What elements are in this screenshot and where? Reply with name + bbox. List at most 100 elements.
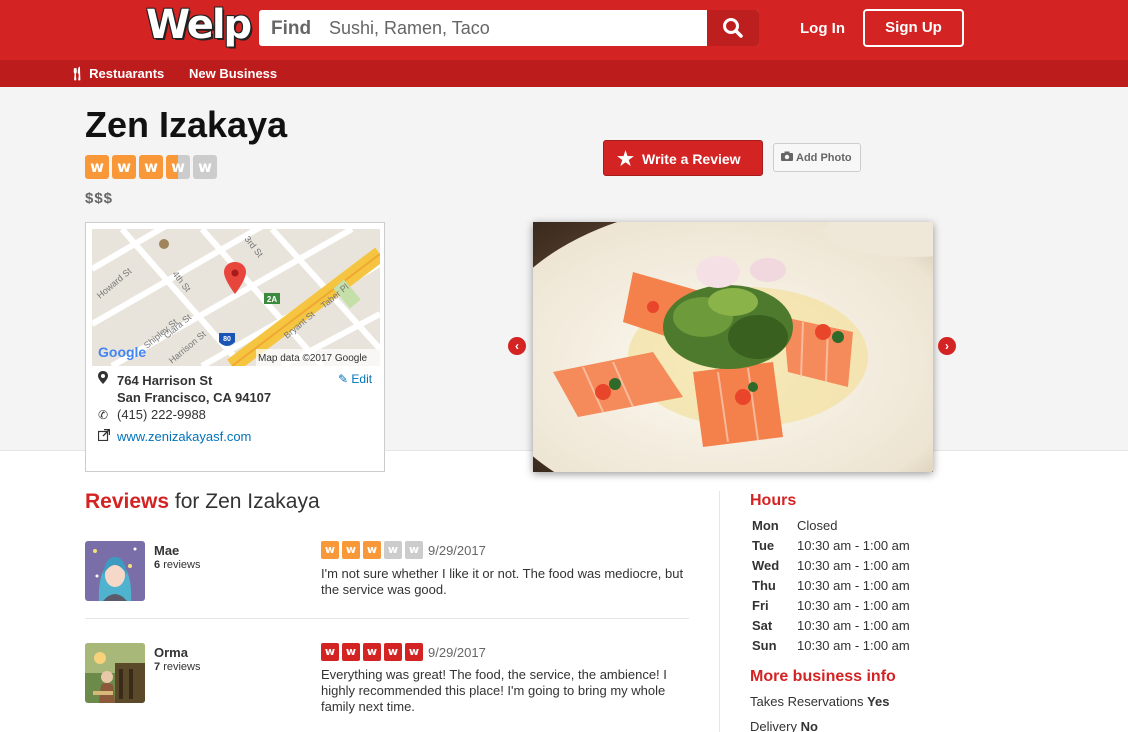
- hours-time: 10:30 am - 1:00 am: [797, 618, 910, 633]
- hours-time: 10:30 am - 1:00 am: [797, 638, 910, 653]
- review-rating: wwwww: [321, 541, 423, 559]
- search-icon: [723, 18, 743, 38]
- hours-time: 10:30 am - 1:00 am: [797, 578, 910, 593]
- top-bar: Welp Find Log In Sign Up: [0, 0, 1128, 60]
- map-pin-icon: [98, 371, 108, 387]
- map[interactable]: Howard St 4th St 3rd St Shipley St Clara…: [92, 229, 380, 366]
- phone-icon: ✆: [98, 408, 109, 422]
- star-icon: w: [363, 643, 381, 661]
- hours-heading: Hours: [750, 492, 797, 509]
- hours-time: 10:30 am - 1:00 am: [797, 558, 910, 573]
- business-photo[interactable]: [533, 222, 933, 472]
- info-delivery-label: Delivery: [750, 719, 797, 732]
- review-rating: wwwww: [321, 643, 423, 661]
- write-review-button[interactable]: ★ Write a Review: [603, 140, 763, 176]
- nav-new-business[interactable]: New Business: [189, 66, 277, 81]
- info-delivery: Delivery No: [750, 719, 818, 732]
- google-logo: Google: [98, 344, 146, 360]
- more-info-heading: More business info: [750, 668, 896, 685]
- review-text: I'm not sure whether I like it or not. T…: [321, 566, 684, 597]
- phone-number[interactable]: (415) 222-9988: [117, 407, 206, 422]
- reviewer-review-count-label: reviews: [163, 559, 201, 571]
- map-card: Howard St 4th St 3rd St Shipley St Clara…: [85, 222, 385, 472]
- reviewer-review-count-value: 7: [154, 661, 161, 673]
- star-icon: w: [384, 541, 402, 559]
- star-icon: w: [85, 155, 109, 179]
- edit-label: Edit: [351, 372, 373, 386]
- search-bar: Find: [259, 10, 759, 46]
- star-icon: w: [405, 643, 423, 661]
- website-link[interactable]: www.zenizakayasf.com: [117, 429, 251, 444]
- price-range: $$$: [85, 190, 114, 207]
- signup-button[interactable]: Sign Up: [863, 9, 964, 47]
- add-photo-button[interactable]: Add Photo: [773, 143, 861, 172]
- star-icon: w: [166, 155, 190, 179]
- reviewer-review-count: 6 reviews: [154, 559, 200, 571]
- info-reservations: Takes Reservations Yes: [750, 694, 890, 709]
- map-credit: Map data ©2017 Google: [258, 353, 368, 364]
- external-link-icon: [97, 428, 111, 444]
- business-name: Zen Izakaya: [85, 104, 288, 145]
- avatar-image: [85, 541, 145, 601]
- avatar[interactable]: [85, 541, 145, 601]
- hours-time: Closed: [797, 518, 838, 533]
- write-review-label: Write a Review: [642, 151, 741, 167]
- map-graphic: Howard St 4th St 3rd St Shipley St Clara…: [92, 229, 380, 366]
- search-button[interactable]: [707, 10, 759, 46]
- search-input[interactable]: [329, 14, 699, 42]
- star-icon: w: [342, 541, 360, 559]
- highway-80-shield: 80: [223, 336, 231, 343]
- star-icon: w: [342, 643, 360, 661]
- star-icon: ★: [617, 149, 635, 170]
- highway-2a-shield: 2A: [267, 295, 277, 304]
- star-icon: w: [139, 155, 163, 179]
- edit-link[interactable]: ✎ Edit: [338, 372, 372, 386]
- info-delivery-value: No: [800, 719, 818, 732]
- star-icon: w: [384, 643, 402, 661]
- hours-day: Tue: [752, 538, 775, 553]
- hours-time: 10:30 am - 1:00 am: [797, 538, 910, 553]
- info-reservations-value: Yes: [867, 694, 890, 709]
- fork-knife-icon: 🍴︎: [69, 66, 86, 81]
- hours-day: Sat: [752, 618, 773, 633]
- reviewer-review-count: 7 reviews: [154, 661, 200, 673]
- star-icon: w: [321, 643, 339, 661]
- star-icon: w: [363, 541, 381, 559]
- star-icon: w: [112, 155, 136, 179]
- info-reservations-label: Takes Reservations: [750, 694, 864, 709]
- review-date: 9/29/2017: [428, 645, 486, 660]
- review-text: Everything was great! The food, the serv…: [321, 667, 667, 714]
- address-line-1: 764 Harrison St: [117, 373, 213, 388]
- business-rating: wwwww: [85, 155, 217, 179]
- reviewer-review-count-label: reviews: [163, 661, 201, 673]
- welp-logo[interactable]: Welp: [146, 2, 252, 48]
- hours-day: Wed: [752, 558, 780, 573]
- star-icon: w: [321, 541, 339, 559]
- photo-salmon-dish: [533, 222, 933, 472]
- avatar-image: [85, 643, 145, 703]
- reviewer-name[interactable]: Mae: [154, 543, 179, 558]
- next-photo-button[interactable]: ›: [938, 337, 956, 355]
- sub-nav: 🍴︎ Restuarants New Business: [0, 60, 1128, 87]
- star-icon: w: [193, 155, 217, 179]
- column-divider: [719, 491, 720, 732]
- star-icon: w: [405, 541, 423, 559]
- review-divider: [85, 618, 689, 619]
- pencil-icon: ✎: [338, 372, 349, 386]
- reviews-heading: Reviews for Zen Izakaya: [85, 490, 320, 514]
- hours-time: 10:30 am - 1:00 am: [797, 598, 910, 613]
- prev-photo-button[interactable]: ‹: [508, 337, 526, 355]
- address-line-2: San Francisco, CA 94107: [117, 390, 272, 405]
- nav-restaurants-label: Restuarants: [89, 66, 165, 81]
- avatar[interactable]: [85, 643, 145, 703]
- nav-restaurants[interactable]: 🍴︎ Restuarants: [69, 66, 164, 82]
- reviewer-name[interactable]: Orma: [154, 645, 188, 660]
- reviewer-review-count-value: 6: [154, 559, 161, 571]
- login-link[interactable]: Log In: [800, 20, 845, 37]
- hours-day: Fri: [752, 598, 769, 613]
- add-photo-label: Add Photo: [796, 152, 852, 164]
- hours-day: Sun: [752, 638, 777, 653]
- reviews-heading-prefix: Reviews: [85, 490, 170, 513]
- review-date: 9/29/2017: [428, 543, 486, 558]
- camera-icon: [781, 151, 793, 161]
